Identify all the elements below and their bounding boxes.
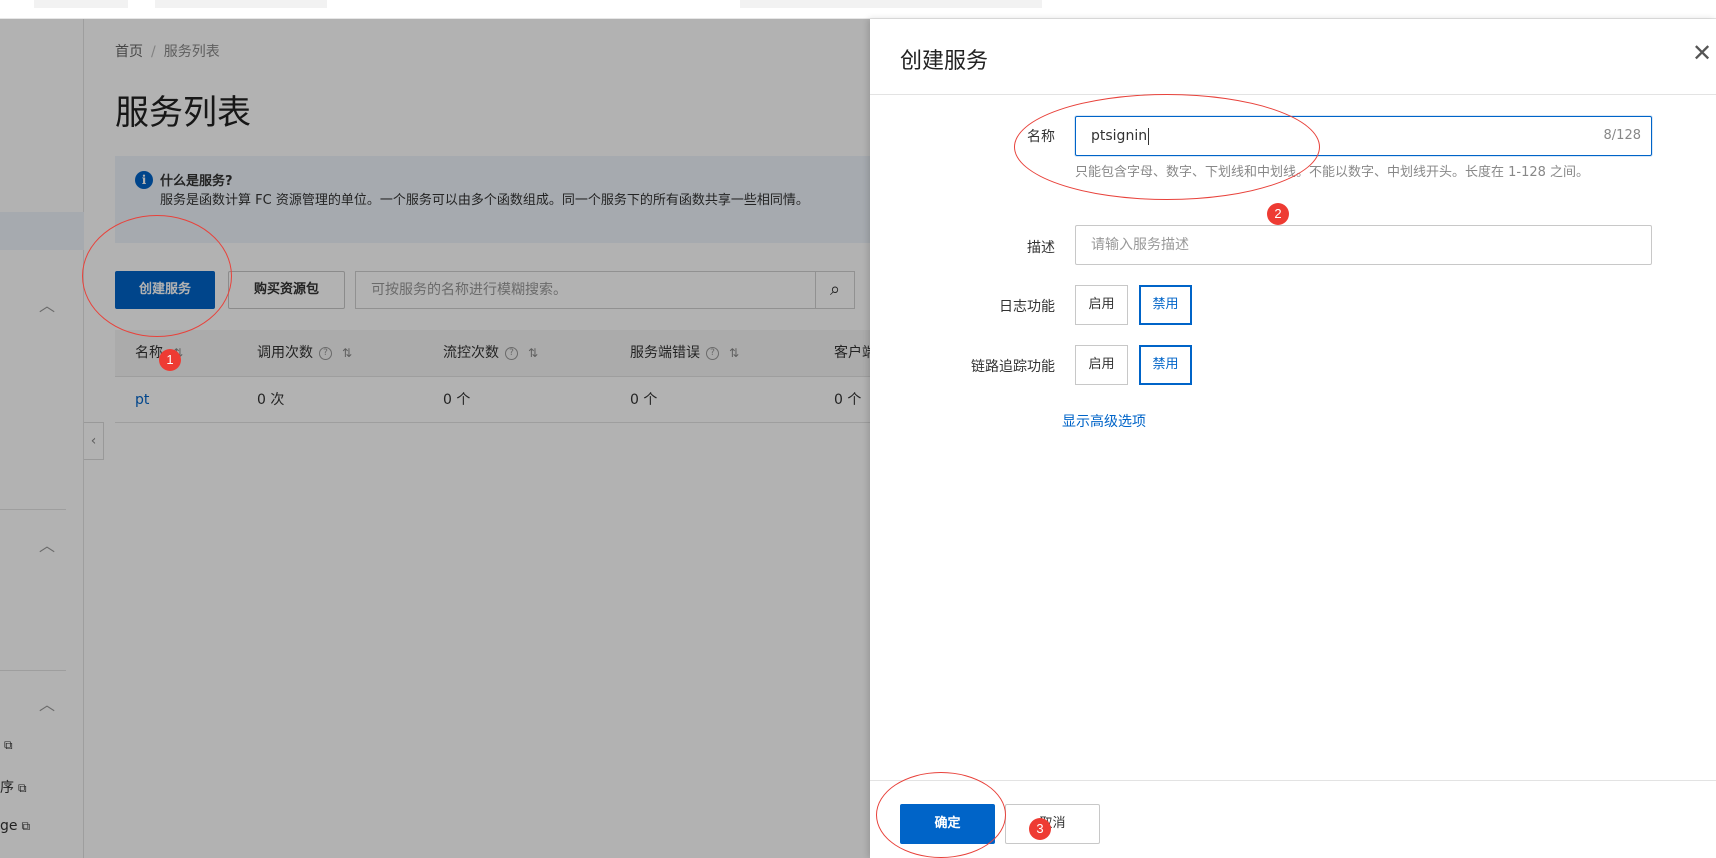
log-label: 日志功能	[999, 299, 1055, 315]
service-name-value: ptsignin	[1091, 128, 1148, 144]
name-label: 名称	[1027, 129, 1055, 145]
char-counter: 8/128	[1603, 128, 1641, 143]
top-nav-item[interactable]	[155, 0, 327, 8]
drawer-title: 创建服务	[900, 49, 989, 74]
annotation-badge: 3	[1029, 818, 1051, 840]
create-service-drawer: 创建服务 ✕ 名称 ptsignin 8/128 只能包含字母、数字、下划线和中…	[870, 19, 1716, 858]
text-caret	[1148, 127, 1150, 145]
top-search-box[interactable]	[740, 0, 1042, 8]
description-label: 描述	[1027, 240, 1055, 256]
drawer-footer: 确定 取消	[870, 780, 1716, 858]
trace-disable-option[interactable]: 禁用	[1139, 345, 1192, 385]
trace-enable-option[interactable]: 启用	[1075, 345, 1128, 385]
modal-overlay[interactable]	[0, 19, 870, 858]
cancel-button[interactable]: 取消	[1005, 804, 1100, 844]
show-advanced-options-link[interactable]: 显示高级选项	[1062, 411, 1146, 431]
annotation-badge: 2	[1267, 203, 1289, 225]
name-help-text: 只能包含字母、数字、下划线和中划线。不能以数字、中划线开头。长度在 1-128 …	[1075, 165, 1590, 180]
log-enable-option[interactable]: 启用	[1075, 285, 1128, 325]
service-name-input[interactable]: ptsignin 8/128	[1075, 116, 1652, 156]
top-nav-item[interactable]	[34, 0, 128, 8]
annotation-badge: 1	[159, 349, 181, 371]
log-disable-option[interactable]: 禁用	[1139, 285, 1192, 325]
confirm-button[interactable]: 确定	[900, 804, 995, 844]
drawer-header: 创建服务 ✕	[870, 19, 1716, 95]
description-input[interactable]: 请输入服务描述	[1075, 225, 1652, 265]
top-navigation-bar	[0, 0, 1716, 19]
trace-label: 链路追踪功能	[971, 359, 1055, 375]
close-icon[interactable]: ✕	[1692, 41, 1712, 65]
